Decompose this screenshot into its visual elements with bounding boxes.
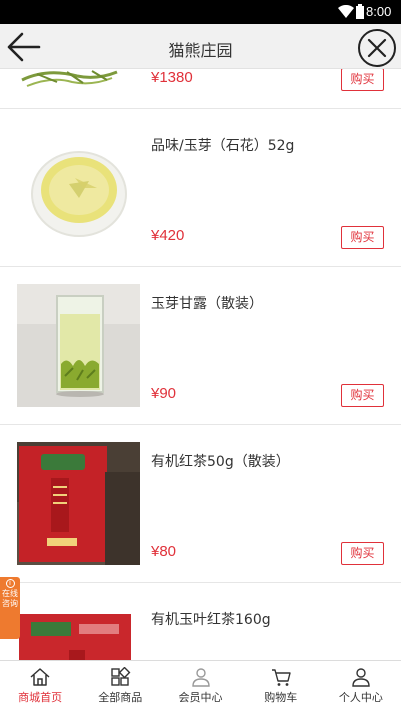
home-icon bbox=[30, 668, 50, 686]
online-consult-tab[interactable]: i 在线咨询 bbox=[0, 577, 20, 639]
product-image bbox=[17, 126, 140, 249]
nav-item-cart[interactable]: 购物车 bbox=[241, 661, 321, 710]
nav-item-profile[interactable]: 个人中心 bbox=[321, 661, 401, 710]
nav-label: 会员中心 bbox=[178, 691, 223, 704]
product-name: 有机红茶50g（散装） bbox=[151, 454, 290, 470]
nav-label: 个人中心 bbox=[338, 691, 383, 704]
product-image bbox=[17, 600, 140, 660]
product-price: ¥420 bbox=[151, 227, 185, 244]
buy-button[interactable]: 购买 bbox=[341, 542, 384, 565]
cart-icon bbox=[271, 669, 291, 686]
product-item[interactable]: ¥1380 购买 bbox=[0, 69, 401, 109]
product-item[interactable]: 品味/玉芽（石花）52g ¥420 购买 bbox=[0, 109, 401, 267]
online-consult-label: 在线咨询 bbox=[2, 589, 18, 608]
status-time: 8:00 bbox=[366, 4, 392, 19]
product-image bbox=[17, 442, 140, 565]
product-image bbox=[17, 284, 140, 407]
product-price: ¥90 bbox=[151, 385, 177, 402]
page-title: 猫熊庄园 bbox=[168, 41, 233, 60]
user-icon bbox=[352, 668, 370, 687]
product-image bbox=[17, 69, 140, 91]
status-bar: 8:00 bbox=[0, 0, 401, 24]
bottom-nav: 商城首页 全部商品 会员中心 购物车 个人中心 bbox=[0, 660, 401, 710]
nav-label: 购物车 bbox=[264, 691, 298, 704]
grid-icon bbox=[111, 667, 131, 686]
product-name: 有机玉叶红茶160g bbox=[151, 612, 271, 628]
buy-button[interactable]: 购买 bbox=[341, 226, 384, 249]
info-icon: i bbox=[5, 579, 15, 588]
buy-button[interactable]: 购买 bbox=[341, 384, 384, 407]
product-item[interactable]: 有机玉叶红茶160g bbox=[0, 583, 401, 660]
nav-label: 全部商品 bbox=[98, 691, 143, 704]
product-name: 品味/玉芽（石花）52g bbox=[151, 138, 295, 154]
product-name: 玉芽甘露（散装） bbox=[151, 296, 263, 312]
nav-item-all-products[interactable]: 全部商品 bbox=[80, 661, 160, 710]
buy-button[interactable]: 购买 bbox=[341, 69, 384, 91]
nav-item-member[interactable]: 会员中心 bbox=[160, 661, 240, 710]
product-price: ¥80 bbox=[151, 543, 177, 560]
title-bar: 猫熊庄园 bbox=[0, 24, 401, 69]
close-icon[interactable] bbox=[356, 27, 398, 69]
product-list: ¥1380 购买 品味/玉芽（石花）52g ¥420 购买 玉芽甘露（散装） ¥… bbox=[0, 69, 401, 660]
product-item[interactable]: 有机红茶50g（散装） ¥80 购买 bbox=[0, 425, 401, 583]
nav-item-home[interactable]: 商城首页 bbox=[0, 661, 80, 710]
product-item[interactable]: 玉芽甘露（散装） ¥90 购买 bbox=[0, 267, 401, 425]
member-icon bbox=[191, 668, 210, 687]
nav-label: 商城首页 bbox=[18, 691, 63, 704]
product-price: ¥1380 bbox=[151, 69, 193, 86]
battery-icon bbox=[356, 4, 364, 19]
wifi-icon bbox=[338, 5, 354, 18]
